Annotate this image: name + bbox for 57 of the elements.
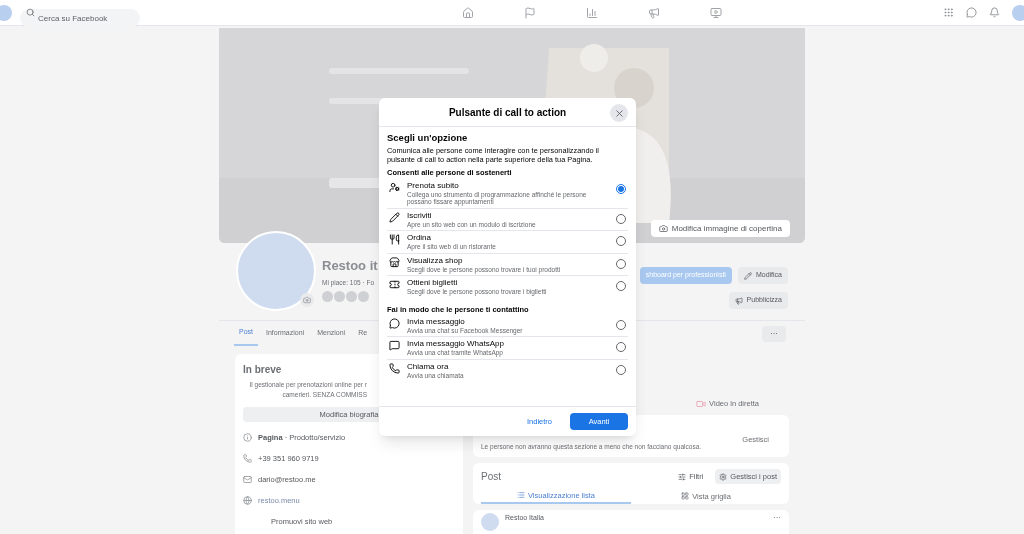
option-title[interactable]: Ottieni biglietti <box>407 278 612 288</box>
shop-icon <box>389 256 400 268</box>
phone-icon <box>243 453 252 463</box>
search-field[interactable]: Cerca su Facebook <box>20 9 140 27</box>
gear-icon <box>719 472 728 481</box>
person-gear-icon <box>389 181 400 193</box>
follower-avatar[interactable] <box>346 291 357 303</box>
option-title[interactable]: Invia messaggio <box>407 316 612 327</box>
flag-icon[interactable] <box>523 6 536 19</box>
video-icon[interactable] <box>709 6 722 19</box>
logo-icon[interactable] <box>0 4 12 21</box>
dialog-heading: Scegli un'opzione <box>387 131 469 145</box>
camera-icon <box>658 224 668 233</box>
video-icon <box>696 398 707 409</box>
option-title[interactable]: Invia messaggio WhatsApp <box>407 339 612 350</box>
follower-avatar[interactable] <box>322 291 333 303</box>
option-title[interactable]: Chiama ora <box>407 361 612 372</box>
close-button[interactable] <box>610 104 628 122</box>
intro-title: In breve <box>243 363 282 377</box>
pencil-icon <box>743 271 752 280</box>
chat-icon <box>389 340 400 352</box>
notifications-icon[interactable] <box>989 7 1000 18</box>
edit-cover-button[interactable]: Modifica immagine di copertina <box>650 220 790 237</box>
page-name: Restoo it <box>322 257 379 275</box>
megaphone-icon <box>734 296 743 305</box>
option-title[interactable]: Iscriviti <box>407 210 612 221</box>
camera-button[interactable] <box>300 293 314 307</box>
follower-avatar[interactable] <box>334 291 345 303</box>
sliders-icon <box>678 472 687 481</box>
close-icon <box>613 107 625 119</box>
menu-icon[interactable] <box>943 7 954 18</box>
phone-icon <box>389 362 400 374</box>
messenger-icon[interactable] <box>966 7 977 18</box>
author-avatar <box>481 513 499 532</box>
search-icon <box>26 8 35 17</box>
cutlery-icon <box>389 234 400 245</box>
home-icon[interactable] <box>461 6 474 19</box>
globe-icon <box>243 496 252 506</box>
camera-icon <box>303 296 311 304</box>
avatar[interactable] <box>1012 4 1024 21</box>
grid-icon <box>681 492 690 501</box>
option-title[interactable]: Prenota subito <box>407 180 612 191</box>
option-title[interactable]: Ordina <box>407 233 612 243</box>
ticket-icon <box>389 279 400 290</box>
list-icon <box>517 491 525 500</box>
info-icon <box>243 432 252 442</box>
more-button[interactable]: ··· <box>762 325 786 342</box>
option-title[interactable]: Visualizza shop <box>407 255 612 266</box>
pencil-icon <box>389 211 400 223</box>
dialog-title: Pulsante di call to action <box>448 105 567 120</box>
chart-icon[interactable] <box>585 6 598 19</box>
chat-bubble-icon <box>389 317 400 329</box>
more-button[interactable]: ··· <box>773 513 781 523</box>
megaphone-icon[interactable] <box>647 6 660 19</box>
follower-avatar[interactable] <box>358 291 369 303</box>
mail-icon <box>243 475 252 485</box>
posts-title: Post <box>481 470 502 485</box>
